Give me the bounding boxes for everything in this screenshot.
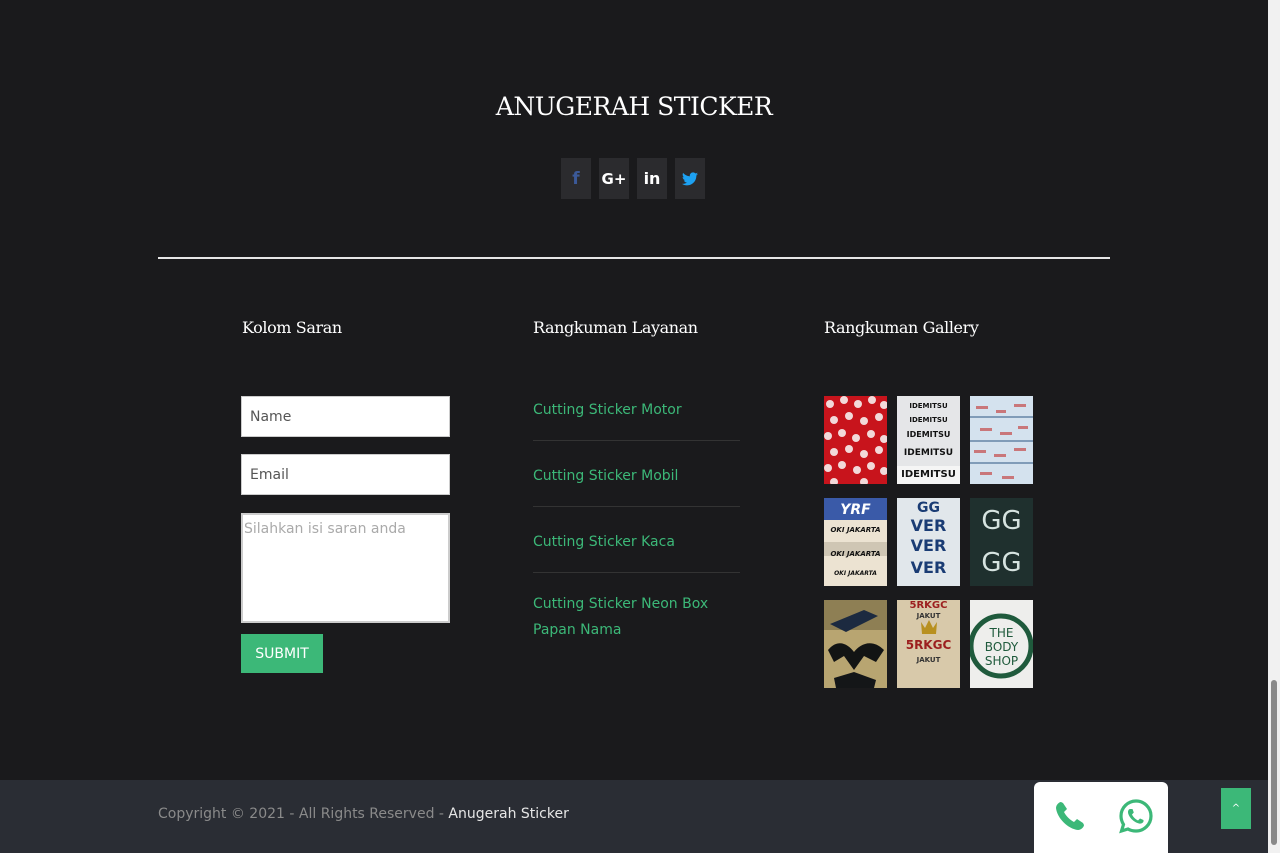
gallery-image-text: OKI JAKARTA — [830, 550, 881, 558]
gallery-image-text: GG — [917, 500, 940, 516]
gallery-image[interactable]: GG GG — [970, 498, 1033, 586]
scrollbar-thumb[interactable] — [1271, 680, 1277, 845]
copyright-brand-link[interactable]: Anugerah Sticker — [448, 806, 568, 822]
gallery-image[interactable]: GG VER VER VER — [897, 498, 960, 586]
copyright-text: Copyright © 2021 - All Rights Reserved -… — [158, 806, 569, 822]
gallery-image[interactable] — [970, 396, 1033, 484]
gallery-title: Rangkuman Gallery — [824, 318, 979, 337]
gallery-image-text: VER — [910, 558, 947, 577]
twitter-button[interactable] — [675, 158, 705, 199]
linkedin-icon: in — [643, 169, 661, 188]
facebook-button[interactable]: f — [561, 158, 591, 199]
services-list: Cutting Sticker Motor Cutting Sticker Mo… — [533, 392, 740, 678]
gallery-image[interactable] — [824, 600, 887, 688]
gallery-image-text: OKI JAKARTA — [830, 526, 881, 534]
whatsapp-button[interactable] — [1116, 796, 1156, 836]
gallery-image-text: IDEMITSU — [903, 448, 954, 458]
whatsapp-icon — [1119, 799, 1153, 834]
gallery-image-text: 5RKGC — [909, 600, 948, 611]
phone-icon — [1056, 802, 1084, 830]
phone-call-button[interactable] — [1050, 796, 1090, 836]
email-input[interactable] — [241, 454, 450, 495]
section-divider — [158, 257, 1110, 259]
gallery-image[interactable]: 5RKGC JAKUT 5RKGC JAKUT — [897, 600, 960, 688]
gallery-image-text: IDEMITSU — [906, 430, 951, 439]
gallery-image-text: GG — [981, 548, 1022, 578]
page-scrollbar[interactable] — [1268, 0, 1280, 853]
submit-button[interactable]: SUBMIT — [241, 634, 323, 673]
gallery-grid: IDEMITSU IDEMITSU IDEMITSU IDEMITSU IDEM… — [824, 396, 1033, 688]
floating-contact-box — [1034, 782, 1168, 853]
gallery-image[interactable] — [824, 396, 887, 484]
brand-title: ANUGERAH STICKER — [495, 92, 773, 121]
gallery-image[interactable]: THE BODY SHOP — [970, 600, 1033, 688]
gallery-image-text: IDEMITSU — [909, 416, 948, 424]
suggestion-title: Kolom Saran — [242, 318, 342, 337]
gallery-image-text: 5RKGC — [905, 638, 952, 652]
gallery-image-text: IDEMITSU — [901, 469, 956, 480]
gallery-image-text: THE BODY SHOP — [984, 626, 1019, 668]
gallery-image-text: JAKUT — [916, 612, 941, 620]
google-plus-icon: G+ — [601, 169, 627, 188]
gallery-image-text: IDEMITSU — [909, 402, 948, 410]
google-plus-button[interactable]: G+ — [599, 158, 629, 199]
service-link-kaca[interactable]: Cutting Sticker Kaca — [533, 525, 740, 573]
name-input[interactable] — [241, 396, 450, 437]
twitter-icon — [682, 171, 698, 185]
social-links: f G+ in — [561, 158, 705, 199]
service-link-neon-box[interactable]: Cutting Sticker Neon Box Papan Nama — [533, 591, 740, 660]
service-link-motor[interactable]: Cutting Sticker Motor — [533, 392, 740, 441]
footer-main-section: ANUGERAH STICKER f G+ in Kolom Saran SUB… — [0, 0, 1268, 780]
linkedin-button[interactable]: in — [637, 158, 667, 199]
gallery-image[interactable]: YRF OKI JAKARTA OKI JAKARTA OKI JAKARTA — [824, 498, 887, 586]
service-link-mobil[interactable]: Cutting Sticker Mobil — [533, 459, 740, 507]
message-textarea[interactable] — [241, 513, 450, 623]
gallery-image-text: OKI JAKARTA — [834, 570, 877, 577]
back-to-top-button[interactable]: ^ — [1221, 788, 1251, 829]
gallery-image-text: JAKUT — [916, 656, 941, 664]
facebook-icon: f — [572, 168, 580, 189]
chevron-up-icon: ^ — [1231, 803, 1241, 814]
gallery-image-text: YRF — [840, 502, 871, 518]
copyright-prefix: Copyright © 2021 - All Rights Reserved - — [158, 806, 449, 822]
services-title: Rangkuman Layanan — [533, 318, 698, 337]
gallery-image-text: VER — [910, 536, 947, 555]
gallery-image[interactable]: IDEMITSU IDEMITSU IDEMITSU IDEMITSU IDEM… — [897, 396, 960, 484]
gallery-image-text: GG — [981, 506, 1022, 536]
gallery-image-text: VER — [910, 516, 947, 535]
